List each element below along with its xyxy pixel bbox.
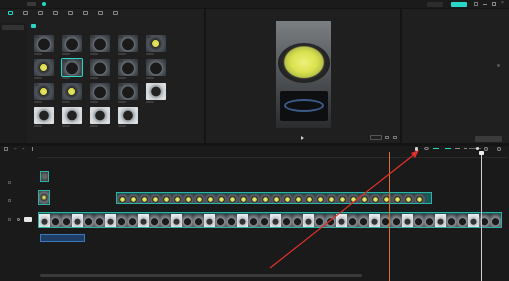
arrow-head bbox=[411, 150, 419, 158]
arrow-shaft bbox=[269, 152, 417, 269]
annotation-arrow bbox=[269, 150, 419, 269]
